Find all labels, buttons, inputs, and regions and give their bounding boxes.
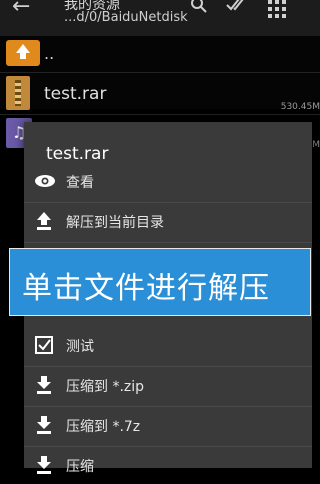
eye-icon	[34, 171, 55, 191]
file-name: test.rar	[44, 84, 107, 104]
menu-item-compress[interactable]: 压缩	[24, 446, 312, 484]
double-check-icon[interactable]	[226, 0, 250, 19]
path-breadcrumb: ...d/0/BaiduNetdisk	[64, 10, 188, 25]
checkbox-icon	[34, 335, 54, 355]
upload-icon	[34, 211, 54, 231]
arrow-left-icon[interactable]: ←	[12, 0, 30, 19]
folder-up-icon	[6, 40, 40, 66]
menu-item-label: 解压到当前目录	[66, 215, 164, 231]
menu-title: test.rar	[46, 144, 109, 164]
caption-banner: 单击文件进行解压	[9, 248, 311, 316]
menu-item-label: 压缩到 *.7z	[66, 419, 141, 435]
menu-item-label: 压缩	[66, 459, 94, 475]
search-icon[interactable]	[190, 0, 208, 19]
menu-item-compress-7z[interactable]: 压缩到 *.7z	[24, 406, 312, 444]
download-icon	[34, 415, 54, 435]
download-icon	[34, 375, 54, 395]
archive-icon	[6, 76, 30, 110]
menu-item-compress-zip[interactable]: 压缩到 *.zip	[24, 366, 312, 404]
menu-item-label: 测试	[66, 339, 94, 355]
file-size: 530.45M	[280, 102, 320, 112]
download-icon	[34, 455, 54, 475]
menu-item-label: 压缩到 *.zip	[66, 379, 145, 395]
menu-item-extract-here[interactable]: 解压到当前目录	[24, 202, 312, 240]
parent-dir-label: ..	[44, 44, 55, 63]
file-size: M	[312, 140, 320, 150]
menu-item-view[interactable]: 查看	[24, 162, 312, 200]
menu-item-label: 查看	[66, 175, 94, 191]
menu-item-test[interactable]: 测试	[24, 326, 312, 364]
caption-text: 单击文件进行解压	[22, 271, 270, 306]
grid-icon[interactable]	[268, 0, 288, 20]
app-bar: ← 我的资源 ...d/0/BaiduNetdisk	[0, 0, 320, 40]
